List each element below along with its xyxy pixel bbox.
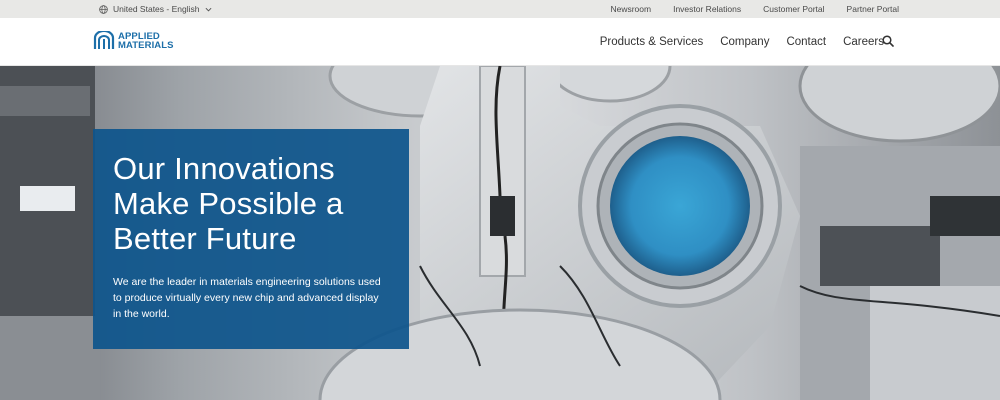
hero-card: Our Innovations Make Possible a Better F…: [93, 129, 409, 349]
utility-links: Newsroom Investor Relations Customer Por…: [588, 0, 899, 18]
globe-icon: [99, 4, 108, 14]
hero-title: Our Innovations Make Possible a Better F…: [113, 151, 344, 256]
hero-banner: Our Innovations Make Possible a Better F…: [0, 66, 1000, 400]
utility-bar: United States - English Newsroom Investo…: [0, 0, 1000, 18]
search-icon[interactable]: [882, 35, 894, 47]
newsroom-link[interactable]: Newsroom: [610, 4, 651, 14]
logo-line-2: MATERIALS: [118, 40, 174, 51]
nav-company[interactable]: Company: [720, 36, 769, 48]
primary-nav: Products & Services Company Contact Care…: [583, 18, 884, 66]
locale-selector[interactable]: United States - English: [99, 0, 212, 18]
customer-portal-link[interactable]: Customer Portal: [763, 4, 824, 14]
logo-mark-icon: [93, 31, 115, 49]
investor-relations-link[interactable]: Investor Relations: [673, 4, 741, 14]
nav-contact[interactable]: Contact: [786, 36, 826, 48]
applied-materials-logo[interactable]: APPLIED MATERIALS: [93, 31, 174, 51]
nav-careers[interactable]: Careers: [843, 36, 884, 48]
locale-label: United States - English: [113, 4, 200, 14]
main-header: APPLIED MATERIALS Products & Services Co…: [0, 18, 1000, 66]
logo-wordmark: APPLIED MATERIALS: [118, 32, 174, 51]
partner-portal-link[interactable]: Partner Portal: [847, 4, 899, 14]
hero-description: We are the leader in materials engineeri…: [113, 276, 381, 320]
nav-products-services[interactable]: Products & Services: [600, 36, 704, 48]
chevron-down-icon: [206, 7, 212, 11]
